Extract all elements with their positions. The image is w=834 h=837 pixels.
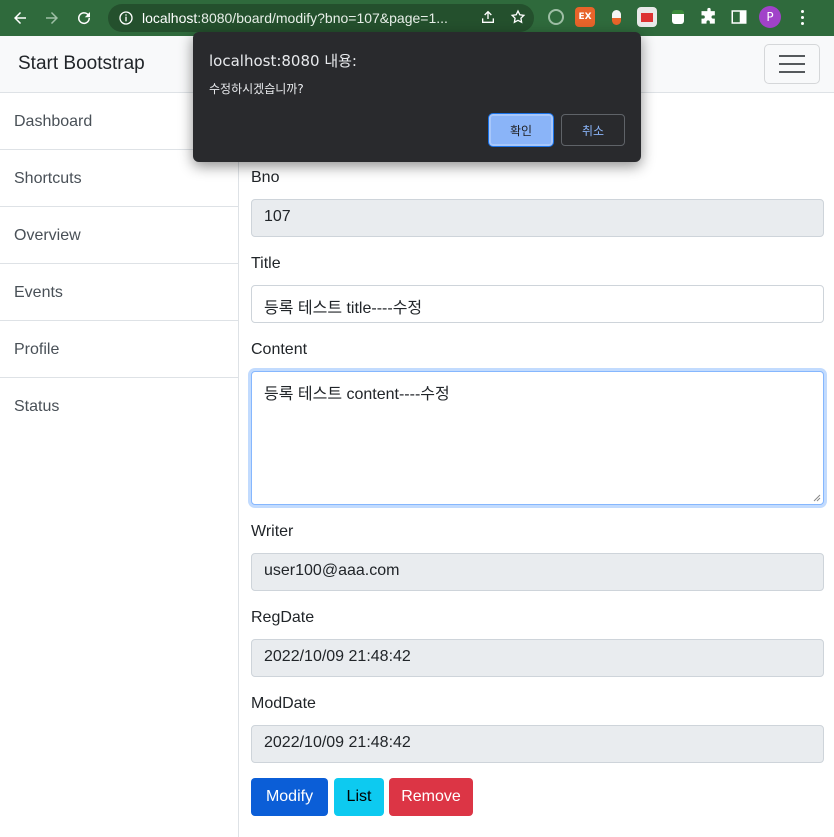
extension-pill-icon[interactable] — [606, 7, 626, 27]
regdate-label: RegDate — [251, 609, 315, 626]
url-path: :8080/board/modify?bno=107&page=1... — [197, 10, 448, 26]
regdate-field: 2022/10/09 21:48:42 — [251, 639, 824, 677]
browser-toolbar: localhost:8080/board/modify?bno=107&page… — [0, 0, 834, 36]
sidebar-item-status[interactable]: Status — [0, 378, 238, 435]
info-icon[interactable] — [118, 10, 134, 26]
moddate-field: 2022/10/09 21:48:42 — [251, 725, 824, 763]
profile-avatar[interactable]: P — [759, 6, 781, 28]
extension-cup-icon[interactable] — [668, 7, 688, 27]
sidebar: Dashboard Shortcuts Overview Events Prof… — [0, 93, 239, 837]
dialog-title: localhost:8080 내용: — [209, 52, 357, 70]
dialog-message: 수정하시겠습니까? — [209, 82, 304, 96]
moddate-label: ModDate — [251, 695, 316, 712]
dialog-ok-button[interactable]: 확인 — [489, 114, 553, 146]
browser-menu-icon[interactable] — [792, 7, 812, 27]
url-text[interactable]: localhost:8080/board/modify?bno=107&page… — [142, 10, 462, 26]
remove-button[interactable]: Remove — [389, 778, 473, 816]
sidebar-item-profile[interactable]: Profile — [0, 321, 238, 378]
extension-window-icon[interactable] — [637, 7, 657, 27]
share-icon[interactable] — [480, 9, 496, 25]
writer-label: Writer — [251, 523, 294, 540]
sidebar-item-events[interactable]: Events — [0, 264, 238, 321]
bookmark-star-icon[interactable] — [510, 9, 526, 25]
list-button[interactable]: List — [334, 778, 384, 816]
navbar-toggler-hamburger-icon[interactable] — [764, 44, 820, 84]
dialog-cancel-button[interactable]: 취소 — [561, 114, 625, 146]
side-panel-icon[interactable] — [730, 8, 748, 26]
extension-spiral-icon[interactable] — [548, 9, 564, 25]
extensions-puzzle-icon[interactable] — [699, 7, 719, 27]
extension-ex-icon[interactable]: EX — [575, 7, 595, 27]
forward-arrow-icon[interactable] — [40, 6, 64, 30]
content-label: Content — [251, 341, 308, 358]
modify-button[interactable]: Modify — [251, 778, 328, 816]
url-host: localhost — [142, 10, 198, 26]
navbar-brand[interactable]: Start Bootstrap — [18, 53, 145, 75]
back-arrow-icon[interactable] — [8, 6, 32, 30]
writer-field: user100@aaa.com — [251, 553, 824, 591]
bno-field: 107 — [251, 199, 824, 237]
sidebar-item-overview[interactable]: Overview — [0, 207, 238, 264]
address-bar[interactable]: localhost:8080/board/modify?bno=107&page… — [108, 4, 534, 32]
bno-label: Bno — [251, 169, 280, 186]
title-input[interactable]: 등록 테스트 title----수정 — [251, 285, 824, 323]
content-text: 등록 테스트 content----수정 — [264, 386, 450, 403]
resize-grip-icon[interactable] — [811, 492, 821, 502]
title-label: Title — [251, 255, 281, 272]
content-textarea[interactable]: 등록 테스트 content----수정 — [251, 371, 824, 505]
confirm-dialog: localhost:8080 내용: 수정하시겠습니까? 확인 취소 — [193, 32, 641, 162]
reload-icon[interactable] — [72, 6, 96, 30]
